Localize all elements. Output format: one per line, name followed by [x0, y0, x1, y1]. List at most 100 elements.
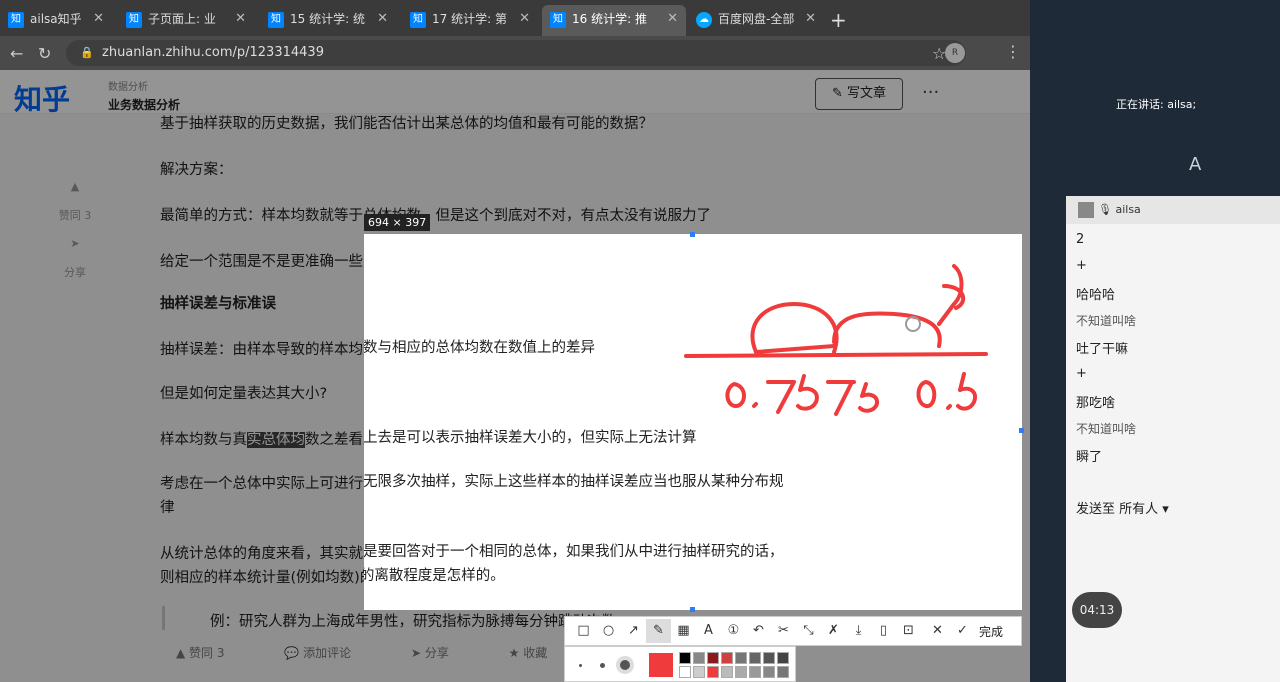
- column-title[interactable]: 业务数据分析: [108, 96, 180, 113]
- zhihu-logo[interactable]: 知乎: [14, 78, 70, 118]
- color-swatch[interactable]: [693, 666, 705, 678]
- undo-icon[interactable]: ↶: [746, 619, 771, 643]
- close-icon[interactable]: ✕: [93, 5, 104, 33]
- mosaic-tool-icon[interactable]: ▦: [671, 619, 696, 643]
- zhihu-icon: 知: [8, 11, 24, 28]
- resize-handle-top[interactable]: [690, 232, 695, 237]
- color-swatch[interactable]: [777, 652, 789, 664]
- cancel-icon[interactable]: ✕: [925, 619, 950, 643]
- share-button[interactable]: ➤ 分享: [411, 646, 477, 660]
- color-swatch[interactable]: [721, 666, 733, 678]
- chat-message: 哈哈哈: [1076, 288, 1116, 303]
- color-swatch[interactable]: [735, 652, 747, 664]
- color-swatch[interactable]: [679, 666, 691, 678]
- text-tool-icon[interactable]: A: [696, 619, 721, 643]
- comment-button[interactable]: 💬 添加评论: [284, 646, 379, 660]
- paragraph: 最简单的方式：样本均数就等于总体均数，但是这个到底对不对，有点太没有说服力了: [160, 208, 711, 224]
- column-subtitle: 数据分析: [108, 82, 148, 93]
- number-tool-icon[interactable]: ①: [721, 619, 746, 643]
- edit-icon: ✎: [831, 86, 847, 101]
- back-arrow-icon[interactable]: ←: [10, 44, 23, 63]
- reload-icon[interactable]: ↻: [38, 44, 51, 63]
- color-swatch[interactable]: [777, 666, 789, 678]
- close-icon[interactable]: ✕: [519, 5, 530, 33]
- zhihu-icon: 知: [268, 11, 284, 28]
- browser-menu-icon[interactable]: ⋮: [1005, 42, 1021, 61]
- chat-message: 不知道叫啥: [1076, 422, 1137, 436]
- capture-region[interactable]: 给定一个范围是不是更准确一些 抽样误差：由样本导致的样本均数与相应的总体均数在数…: [364, 234, 1022, 610]
- color-swatch[interactable]: [707, 652, 719, 664]
- zhihu-icon: 知: [126, 11, 142, 28]
- paragraph: 但是如何定量表达其大小?: [160, 386, 328, 402]
- like-button[interactable]: ▲ 赞同 3: [176, 646, 253, 660]
- section-heading: 抽样误差与标准误: [160, 296, 276, 312]
- check-icon[interactable]: ✓: [950, 619, 975, 643]
- bookmark-icon[interactable]: ⊡: [896, 619, 921, 643]
- zhihu-header: 知乎 数据分析 业务数据分析 ✎ 写文章 ···: [0, 70, 1030, 116]
- arrow-tool-icon[interactable]: ↗: [621, 619, 646, 643]
- close-icon[interactable]: ✕: [667, 5, 678, 33]
- address-bar: ← ↻ 🔒 zhuanlan.zhihu.com/p/123314439 ☆ R …: [0, 36, 1030, 70]
- resize-handle-right[interactable]: [1019, 428, 1024, 433]
- size-small-option[interactable]: [579, 664, 582, 667]
- phone-icon[interactable]: ▯: [871, 619, 896, 643]
- font-size-icon[interactable]: A: [1189, 154, 1201, 175]
- resize-handle-bottom[interactable]: [690, 607, 695, 612]
- meeting-panel: 正在讲话: ailsa; A 🎙 ailsa 2 + 哈哈哈 不知道叫啥 吐了干…: [1030, 0, 1280, 682]
- zhihu-icon: 知: [550, 11, 566, 28]
- mic-icon: 🎙: [1098, 203, 1112, 216]
- tab-3[interactable]: 知 15 统计学: 统 ✕: [260, 5, 396, 36]
- pen-tool-icon[interactable]: ✎: [646, 619, 671, 643]
- crop-icon[interactable]: ⤡: [796, 619, 821, 643]
- paragraph: 律: [160, 500, 175, 516]
- tab-1[interactable]: 知 ailsa知乎 ✕: [0, 5, 112, 36]
- chat-message: 那吃啥: [1076, 396, 1116, 411]
- ellipse-tool-icon[interactable]: ○: [596, 619, 621, 643]
- tab-5-active[interactable]: 知 16 统计学: 推 ✕: [542, 5, 686, 36]
- tab-6[interactable]: ☁ 百度网盘-全部 ✕: [688, 5, 824, 36]
- capture-toolbar: □ ○ ↗ ✎ ▦ A ① ↶ ✂ ⤡ ✗ ⤓ ▯ ⊡ ✕ ✓ 完成: [564, 616, 1022, 646]
- close-icon[interactable]: ✕: [377, 5, 388, 33]
- color-swatch[interactable]: [679, 652, 691, 664]
- send-to-selector[interactable]: 发送至 所有人 ▾: [1076, 498, 1169, 517]
- color-swatch[interactable]: [749, 666, 761, 678]
- chat-message: 吐了干嘛: [1076, 342, 1129, 357]
- chat-message: +: [1076, 366, 1087, 381]
- close-icon[interactable]: ✕: [805, 5, 816, 33]
- color-swatch[interactable]: [735, 666, 747, 678]
- profile-avatar[interactable]: R: [945, 43, 965, 63]
- new-tab-icon[interactable]: +: [830, 8, 847, 32]
- color-swatch[interactable]: [693, 652, 705, 664]
- color-swatch[interactable]: [763, 666, 775, 678]
- paragraph: 基于抽样获取的历史数据，我们能否估计出某总体的均值和最有可能的数据？: [160, 116, 653, 132]
- done-button[interactable]: 完成: [979, 623, 1003, 640]
- paragraph: 给定一个范围是不是更准确一些: [160, 254, 363, 270]
- chat-message: 瞬了: [1076, 450, 1103, 465]
- chat-message: 不知道叫啥: [1076, 314, 1137, 328]
- color-swatch[interactable]: [749, 652, 761, 664]
- paragraph: 解决方案：: [160, 162, 233, 178]
- tab-2[interactable]: 知子页面上: 业 ✕: [118, 5, 254, 36]
- like-side-button[interactable]: ▲ 赞同 3: [50, 180, 100, 223]
- tab-4[interactable]: 知 17 统计学: 第 ✕: [402, 5, 538, 36]
- size-large-option[interactable]: [620, 660, 630, 670]
- cut-icon[interactable]: ✂: [771, 619, 796, 643]
- quote-bar: [162, 606, 165, 630]
- download-icon[interactable]: ⤓: [846, 619, 871, 643]
- share-side-button[interactable]: ➤ 分享: [50, 237, 100, 280]
- tab-bar: 知 ailsa知乎 ✕ 知子页面上: 业 ✕ 知 15 统计学: 统 ✕ 知 17 统计学:…: [0, 0, 1030, 36]
- chat-header: 🎙 ailsa: [1066, 196, 1280, 224]
- url-input[interactable]: 🔒 zhuanlan.zhihu.com/p/123314439: [66, 40, 966, 66]
- send-icon: ➤: [70, 237, 80, 250]
- chat-message: 2: [1076, 232, 1085, 247]
- close-icon[interactable]: ✕: [235, 5, 246, 33]
- color-swatch[interactable]: [721, 652, 733, 664]
- rectangle-tool-icon[interactable]: □: [571, 619, 596, 643]
- size-medium-option[interactable]: [600, 663, 605, 668]
- pin-icon[interactable]: ✗: [821, 619, 846, 643]
- write-article-button[interactable]: ✎ 写文章: [815, 78, 903, 110]
- more-options-icon[interactable]: ···: [922, 82, 939, 103]
- color-swatch[interactable]: [707, 666, 719, 678]
- avatar: [1078, 202, 1094, 218]
- color-swatch[interactable]: [763, 652, 775, 664]
